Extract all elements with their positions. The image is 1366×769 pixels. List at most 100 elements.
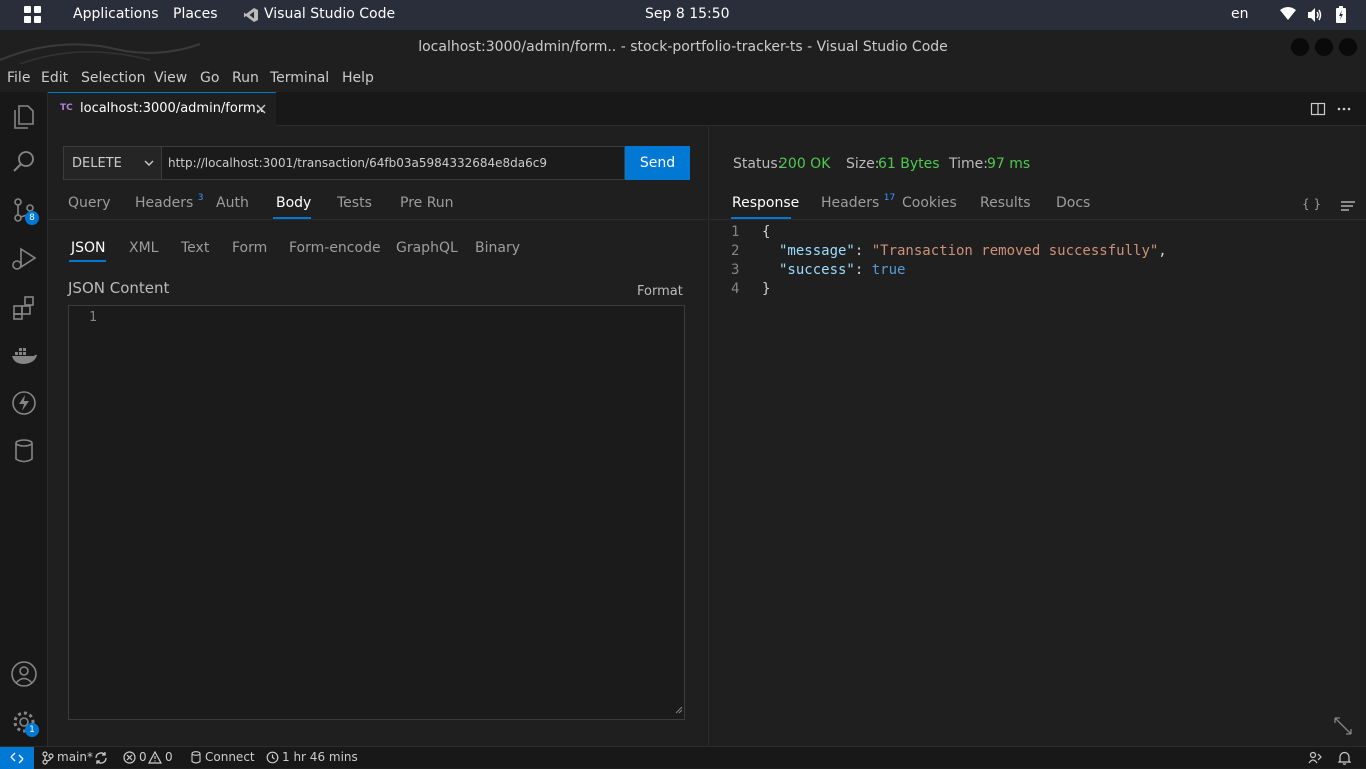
menu-go[interactable]: Go — [200, 70, 219, 86]
branch-name[interactable]: main* — [57, 750, 93, 764]
body-type-binary[interactable]: Binary — [475, 240, 520, 256]
applications-menu[interactable]: Applications — [73, 6, 159, 22]
window-title: localhost:3000/admin/form.. - stock-port… — [418, 39, 948, 55]
menu-edit[interactable]: Edit — [41, 70, 68, 86]
remote-indicator[interactable] — [0, 747, 34, 769]
activity-bar: 8 1 — [0, 92, 48, 746]
wifi-icon[interactable] — [1280, 7, 1296, 25]
body-type-xml[interactable]: XML — [129, 240, 158, 256]
places-menu[interactable]: Places — [173, 6, 218, 22]
tab-results[interactable]: Results — [980, 195, 1031, 211]
clock[interactable]: Sep 8 15:50 — [645, 6, 730, 22]
json-line-success: "success": true — [779, 262, 906, 278]
tab-pre-run[interactable]: Pre Run — [400, 195, 454, 211]
thunder-client-tab-icon: TC — [60, 103, 73, 113]
close-tab-icon[interactable] — [254, 102, 268, 120]
response-headers-count: 17 — [883, 193, 896, 203]
menu-bar: File Edit Selection View Go Run Terminal… — [0, 64, 1366, 92]
sync-icon[interactable] — [94, 751, 108, 768]
tab-tests[interactable]: Tests — [337, 195, 372, 211]
connect-button[interactable]: Connect — [205, 750, 255, 764]
battery-icon[interactable] — [1336, 6, 1346, 27]
minimize-button[interactable] — [1291, 38, 1309, 56]
line-number-3: 3 — [731, 262, 740, 278]
json-close-brace: } — [762, 281, 771, 297]
menu-run[interactable]: Run — [232, 70, 259, 86]
menu-file[interactable]: File — [7, 70, 30, 86]
accounts-feedback-icon[interactable] — [1308, 751, 1322, 768]
menu-lines-icon[interactable] — [1340, 198, 1356, 217]
warning-count[interactable]: 0 — [165, 750, 173, 764]
database-icon[interactable] — [10, 437, 38, 465]
tab-response[interactable]: Response — [732, 195, 799, 211]
tab-docs[interactable]: Docs — [1056, 195, 1090, 211]
body-type-graphql[interactable]: GraphQL — [396, 240, 458, 256]
maximize-button[interactable] — [1315, 38, 1333, 56]
braces-icon[interactable]: { } — [1302, 197, 1321, 211]
system-top-bar: Applications Places Visual Studio Code S… — [0, 0, 1366, 30]
url-value: http://localhost:3001/transaction/64fb03… — [168, 156, 548, 170]
send-button[interactable]: Send — [625, 146, 690, 180]
tab-auth[interactable]: Auth — [216, 195, 249, 211]
editor-tab-label: localhost:3000/admin/form.. — [80, 101, 264, 116]
json-content-label: JSON Content — [68, 279, 170, 297]
body-type-text[interactable]: Text — [181, 240, 209, 256]
body-type-form[interactable]: Form — [232, 240, 267, 256]
response-tabs-divider — [709, 219, 1366, 220]
json-key-message: "message" — [779, 243, 855, 259]
request-panel: DELETE http://localhost:3001/transaction… — [48, 126, 707, 746]
run-debug-icon[interactable] — [10, 244, 38, 272]
method-value: DELETE — [72, 156, 122, 171]
status-bar: main* 0 0 Connect 1 hr 46 mins — [0, 746, 1366, 769]
url-input[interactable]: http://localhost:3001/transaction/64fb03… — [161, 146, 625, 180]
menu-view[interactable]: View — [154, 70, 187, 86]
status-label: Status: — [733, 156, 783, 172]
menu-selection[interactable]: Selection — [81, 70, 146, 86]
menu-terminal[interactable]: Terminal — [270, 70, 329, 86]
chevron-down-icon — [143, 157, 155, 173]
time-tracked[interactable]: 1 hr 46 mins — [282, 750, 358, 764]
resize-handle-icon[interactable] — [675, 699, 683, 718]
format-button[interactable]: Format — [637, 284, 683, 299]
keyboard-language[interactable]: en — [1231, 6, 1249, 22]
error-icon — [123, 751, 136, 767]
docker-icon[interactable] — [10, 342, 38, 370]
tab-body[interactable]: Body — [276, 195, 311, 211]
tab-response-headers[interactable]: Headers 17 — [821, 193, 896, 211]
error-count[interactable]: 0 — [139, 750, 147, 764]
menu-help[interactable]: Help — [342, 70, 374, 86]
split-editor-icon[interactable] — [1310, 101, 1326, 121]
close-window-button[interactable] — [1339, 38, 1357, 56]
manage-gear-icon[interactable]: 1 — [10, 708, 39, 737]
editor-tab-thunder-client[interactable]: TC localhost:3000/admin/form.. — [48, 92, 276, 126]
extensions-icon[interactable] — [10, 294, 38, 322]
response-panel: Status: 200 OK Size: 61 Bytes Time: 97 m… — [708, 126, 1366, 746]
search-icon[interactable] — [10, 148, 38, 176]
explorer-icon[interactable] — [10, 102, 38, 130]
volume-icon[interactable] — [1307, 7, 1323, 27]
status-value: 200 OK — [779, 156, 831, 172]
thunder-client-icon[interactable] — [10, 389, 38, 417]
apps-grid-icon[interactable] — [24, 6, 42, 24]
editor-line-number: 1 — [89, 310, 97, 325]
source-control-badge: 8 — [25, 211, 39, 225]
window-title-bar: localhost:3000/admin/form.. - stock-port… — [0, 30, 1366, 64]
tab-headers[interactable]: Headers 3 — [135, 193, 203, 211]
expand-arrows-icon[interactable] — [1333, 716, 1353, 740]
method-select[interactable]: DELETE — [63, 146, 162, 180]
notifications-bell-icon[interactable] — [1337, 751, 1352, 768]
body-type-form-encode[interactable]: Form-encode — [289, 240, 381, 256]
database-connect-icon — [191, 751, 201, 767]
tab-query[interactable]: Query — [68, 195, 111, 211]
active-app-label[interactable]: Visual Studio Code — [264, 6, 395, 22]
tab-cookies[interactable]: Cookies — [902, 195, 957, 211]
body-type-json[interactable]: JSON — [71, 240, 106, 256]
accounts-icon[interactable] — [10, 660, 38, 688]
json-body-editor[interactable]: 1 — [68, 305, 685, 720]
more-actions-icon[interactable] — [1336, 101, 1352, 121]
source-control-icon[interactable]: 8 — [10, 196, 39, 225]
history-icon — [266, 751, 279, 767]
tabs-divider — [48, 219, 707, 220]
line-number-4: 4 — [731, 281, 740, 297]
time-label: Time: — [949, 156, 988, 172]
